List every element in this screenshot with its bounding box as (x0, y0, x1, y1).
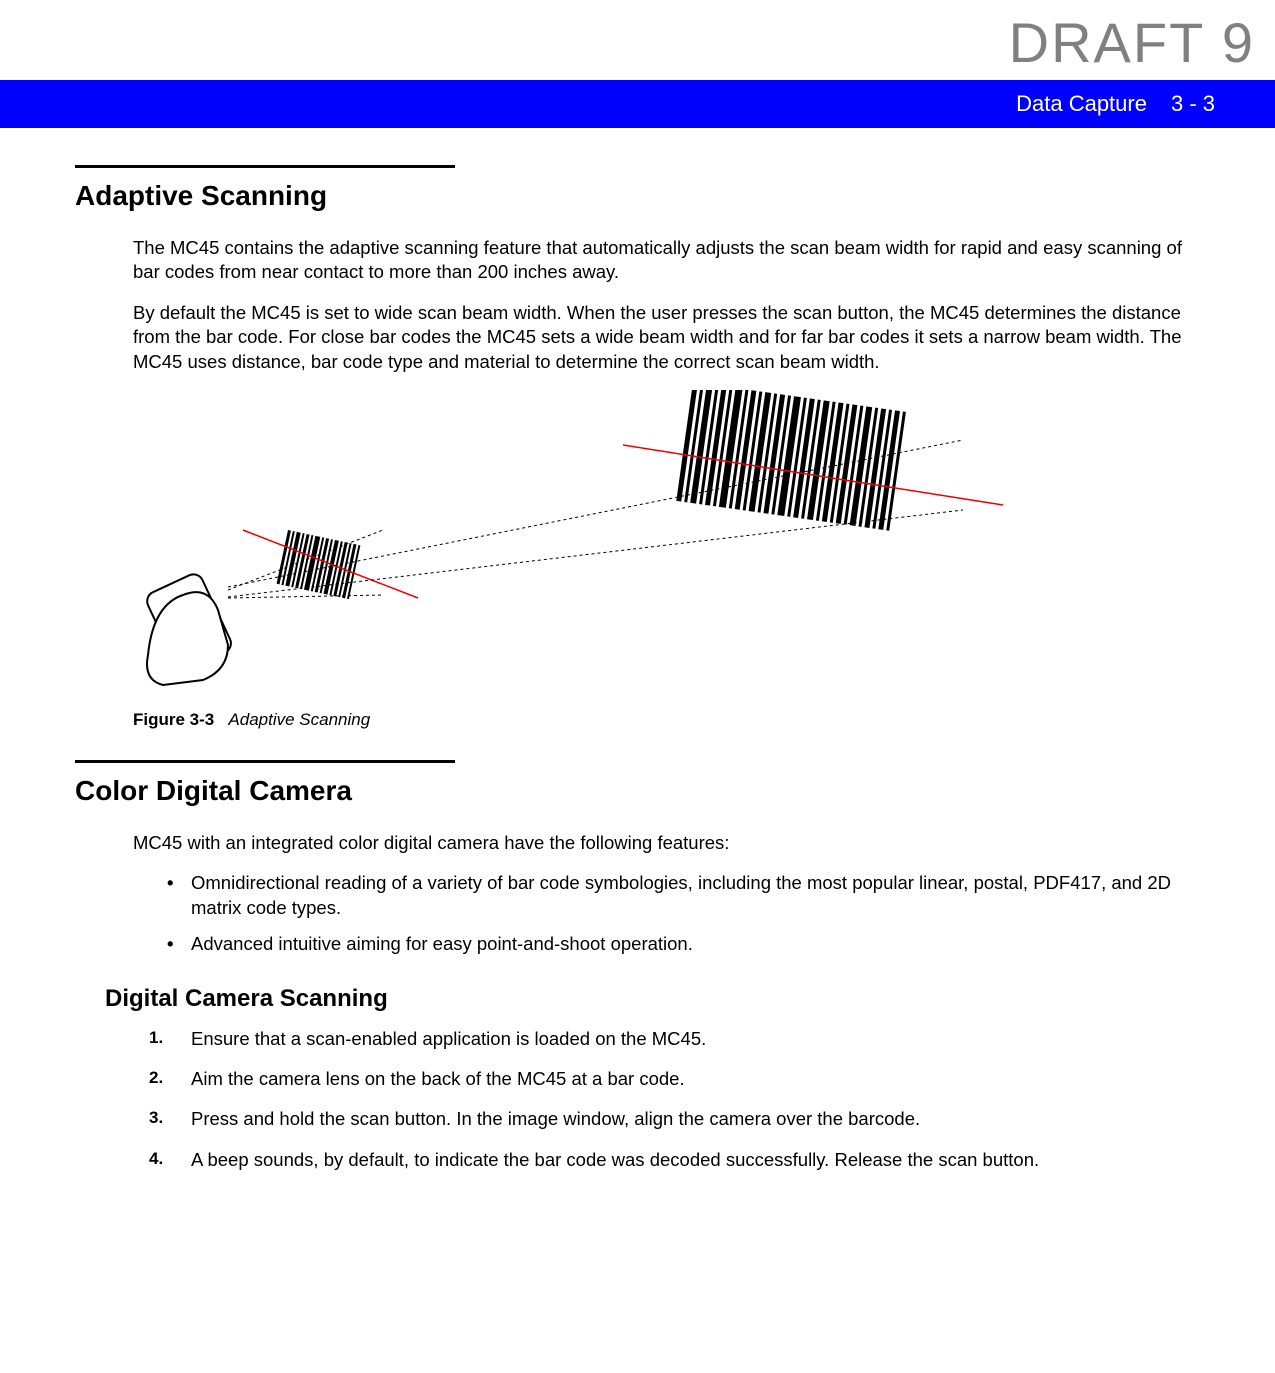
section-title-adaptive: Adaptive Scanning (75, 180, 1200, 212)
list-item: A beep sounds, by default, to indicate t… (149, 1148, 1200, 1172)
paragraph: The MC45 contains the adaptive scanning … (133, 236, 1200, 285)
chapter-title: Data Capture (1016, 91, 1147, 117)
list-item: Advanced intuitive aiming for easy point… (167, 932, 1200, 956)
figure-adaptive-scanning (133, 390, 1200, 690)
list-item: Omnidirectional reading of a variety of … (167, 871, 1200, 920)
section-color-digital-camera: Color Digital Camera MC45 with an integr… (75, 760, 1200, 1172)
section-rule (75, 165, 455, 168)
draft-watermark: DRAFT 9 (1009, 10, 1255, 75)
section-adaptive-scanning: Adaptive Scanning The MC45 contains the … (75, 165, 1200, 730)
list-item: Aim the camera lens on the back of the M… (149, 1067, 1200, 1091)
subsection-title: Digital Camera Scanning (105, 985, 1200, 1013)
adaptive-scanning-diagram (133, 390, 1013, 690)
list-item: Press and hold the scan button. In the i… (149, 1107, 1200, 1131)
section-title-camera: Color Digital Camera (75, 775, 1200, 807)
section-rule (75, 760, 455, 763)
steps-list: Ensure that a scan-enabled application i… (149, 1027, 1200, 1173)
paragraph: MC45 with an integrated color digital ca… (133, 831, 1200, 855)
page-number: 3 - 3 (1171, 91, 1215, 117)
paragraph: By default the MC45 is set to wide scan … (133, 301, 1200, 374)
figure-caption: Figure 3-3 Adaptive Scanning (133, 710, 1200, 730)
page-content: Adaptive Scanning The MC45 contains the … (75, 165, 1200, 1196)
figure-caption-text: Adaptive Scanning (228, 710, 370, 729)
figure-label: Figure 3-3 (133, 710, 214, 729)
page-header: Data Capture 3 - 3 (0, 80, 1275, 128)
list-item: Ensure that a scan-enabled application i… (149, 1027, 1200, 1051)
feature-list: Omnidirectional reading of a variety of … (167, 871, 1200, 956)
